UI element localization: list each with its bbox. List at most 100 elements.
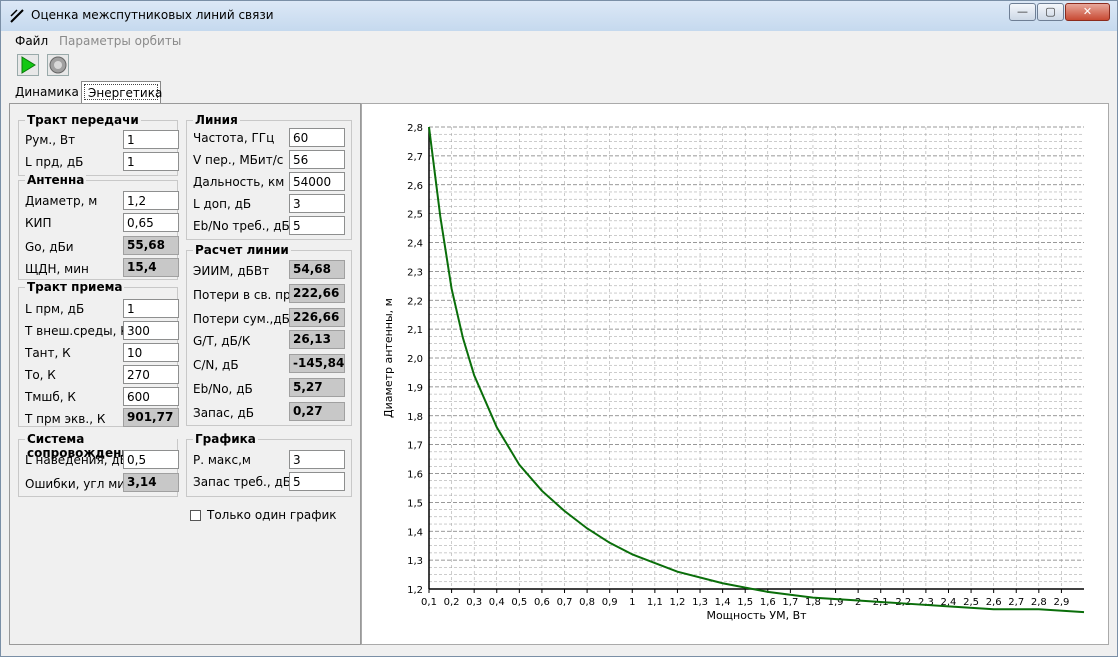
tenv-input[interactable] bbox=[123, 321, 179, 340]
freq-input[interactable] bbox=[289, 128, 345, 147]
parameters-panel: Тракт передачи Рум., Вт L прд, дБ Антенн… bbox=[9, 103, 361, 645]
group-transmit-title: Тракт передачи bbox=[25, 113, 141, 127]
stop-button[interactable] bbox=[47, 54, 69, 76]
x-tick-label: 0,3 bbox=[466, 597, 482, 608]
rum-input[interactable] bbox=[123, 130, 179, 149]
tab-energy[interactable]: Энергетика bbox=[81, 81, 162, 103]
lprd-label: L прд, дБ bbox=[25, 155, 84, 169]
series-line bbox=[428, 126, 1085, 614]
pmax-input[interactable] bbox=[289, 450, 345, 469]
x-tick-label: 1,5 bbox=[737, 597, 753, 608]
y-tick-label: 2,2 bbox=[407, 296, 423, 307]
go-output: 55,68 bbox=[123, 236, 179, 255]
gt-output: 26,13 bbox=[289, 330, 345, 349]
group-transmit: Тракт передачи Рум., Вт L прд, дБ bbox=[18, 113, 179, 176]
ltot-output: 226,66 bbox=[289, 308, 345, 327]
x-tick-label: 1,2 bbox=[669, 597, 685, 608]
x-tick-label: 0,9 bbox=[602, 597, 618, 608]
vper-input[interactable] bbox=[289, 150, 345, 169]
tmshb-input[interactable] bbox=[123, 387, 179, 406]
title-bar: Оценка межспутниковых линий связи — ▢ ✕ bbox=[1, 1, 1117, 31]
stop-icon bbox=[49, 56, 67, 74]
lprm-input[interactable] bbox=[123, 299, 179, 318]
y-tick-label: 2,6 bbox=[407, 181, 423, 192]
tenv-label: Т внеш.среды, К bbox=[25, 324, 129, 338]
menu-bar: Файл Параметры орбиты bbox=[9, 31, 1111, 51]
x-tick-label: 2,6 bbox=[986, 597, 1002, 608]
fsl-label: Потери в св. пр. bbox=[193, 288, 295, 302]
chart-panel: 1,2 1,3 1,4 1,5 1,6 1,7 1,8 1,9 2,0 2,1 2,2 2,3 2,4 2… bbox=[361, 103, 1109, 645]
margin-label: Запас, дБ bbox=[193, 406, 255, 420]
group-graphics: Графика Р. макс,м Запас треб., дБ bbox=[186, 432, 352, 497]
gt-label: G/T, дБ/К bbox=[193, 334, 251, 348]
x-tick-label: 2 bbox=[855, 597, 861, 608]
x-tick-label: 2,9 bbox=[1053, 597, 1069, 608]
run-button[interactable] bbox=[17, 54, 39, 76]
menu-file[interactable]: Файл bbox=[15, 34, 48, 48]
lprd-input[interactable] bbox=[123, 152, 179, 171]
maximize-button[interactable]: ▢ bbox=[1037, 3, 1064, 21]
lnav-input[interactable] bbox=[123, 450, 179, 469]
go-label: Go, дБи bbox=[25, 240, 74, 254]
cn-label: C/N, дБ bbox=[193, 358, 239, 372]
tant-input[interactable] bbox=[123, 343, 179, 362]
x-tick-label: 0,4 bbox=[489, 597, 505, 608]
play-icon bbox=[21, 56, 36, 74]
y-tick-label: 2,7 bbox=[407, 152, 423, 163]
y-tick-label: 2,1 bbox=[407, 325, 423, 336]
x-tick-label: 1 bbox=[629, 597, 635, 608]
kip-input[interactable] bbox=[123, 213, 179, 232]
y-tick-label: 1,6 bbox=[407, 470, 423, 481]
y-tick-label: 2,8 bbox=[407, 123, 423, 134]
group-graphics-title: Графика bbox=[193, 432, 258, 446]
group-line-title: Линия bbox=[193, 113, 240, 127]
x-tick-label: 2,8 bbox=[1031, 597, 1047, 608]
menu-orbit-params[interactable]: Параметры орбиты bbox=[59, 34, 181, 48]
y-tick-label: 1,4 bbox=[407, 527, 423, 538]
tmshb-label: Тмшб, К bbox=[25, 390, 76, 404]
y-tick-label: 1,2 bbox=[407, 585, 423, 596]
single-graph-checkbox[interactable] bbox=[190, 510, 201, 521]
group-antenna-title: Антенна bbox=[25, 173, 87, 187]
x-tick-label: 1,7 bbox=[782, 597, 798, 608]
x-tick-label: 1,1 bbox=[647, 597, 663, 608]
margin-req-label: Запас треб., дБ bbox=[193, 475, 292, 489]
y-tick-label: 2,5 bbox=[407, 210, 423, 221]
x-tick-label: 1,3 bbox=[692, 597, 708, 608]
close-button[interactable]: ✕ bbox=[1065, 3, 1110, 21]
y-tick-label: 1,9 bbox=[407, 383, 423, 394]
pmax-label: Р. макс,м bbox=[193, 453, 251, 467]
window-title: Оценка межспутниковых линий связи bbox=[31, 8, 274, 22]
to-label: То, К bbox=[25, 368, 56, 382]
tprm-output: 901,77 bbox=[123, 408, 179, 427]
lnav-label: L наведения, дБ bbox=[25, 453, 128, 467]
x-tick-label: 1,6 bbox=[760, 597, 776, 608]
ebno-req-input[interactable] bbox=[289, 216, 345, 235]
vper-label: V пер., МБит/с bbox=[193, 153, 284, 167]
diameter-label: Диаметр, м bbox=[25, 194, 98, 208]
freq-label: Частота, ГГц bbox=[193, 131, 275, 145]
x-tick-label: 1,4 bbox=[715, 597, 731, 608]
x-tick-label: 0,6 bbox=[534, 597, 550, 608]
maximize-icon: ▢ bbox=[1045, 5, 1056, 18]
lprm-label: L прм, дБ bbox=[25, 302, 85, 316]
tab-dynamics[interactable]: Динамика bbox=[9, 81, 79, 103]
ldop-input[interactable] bbox=[289, 194, 345, 213]
x-tick-label: 0,8 bbox=[579, 597, 595, 608]
group-receive: Тракт приема L прм, дБ Т внеш.среды, К Т… bbox=[18, 280, 179, 427]
y-tick-label: 2,0 bbox=[407, 354, 423, 365]
y-tick-label: 1,5 bbox=[407, 498, 423, 509]
diameter-input[interactable] bbox=[123, 191, 179, 210]
margin-req-input[interactable] bbox=[289, 472, 345, 491]
y-axis-title: Диаметр антенны, м bbox=[382, 298, 395, 418]
y-tick-label: 1,8 bbox=[407, 412, 423, 423]
kip-label: КИП bbox=[25, 216, 52, 230]
dist-label: Дальность, км bbox=[193, 175, 285, 189]
shdn-label: ЩДН, мин bbox=[25, 262, 89, 276]
y-tick-label: 2,3 bbox=[407, 267, 423, 278]
to-input[interactable] bbox=[123, 365, 179, 384]
group-receive-title: Тракт приема bbox=[25, 280, 125, 294]
minimize-button[interactable]: — bbox=[1009, 3, 1036, 21]
dist-input[interactable] bbox=[289, 172, 345, 191]
y-tick-label: 1,7 bbox=[407, 441, 423, 452]
